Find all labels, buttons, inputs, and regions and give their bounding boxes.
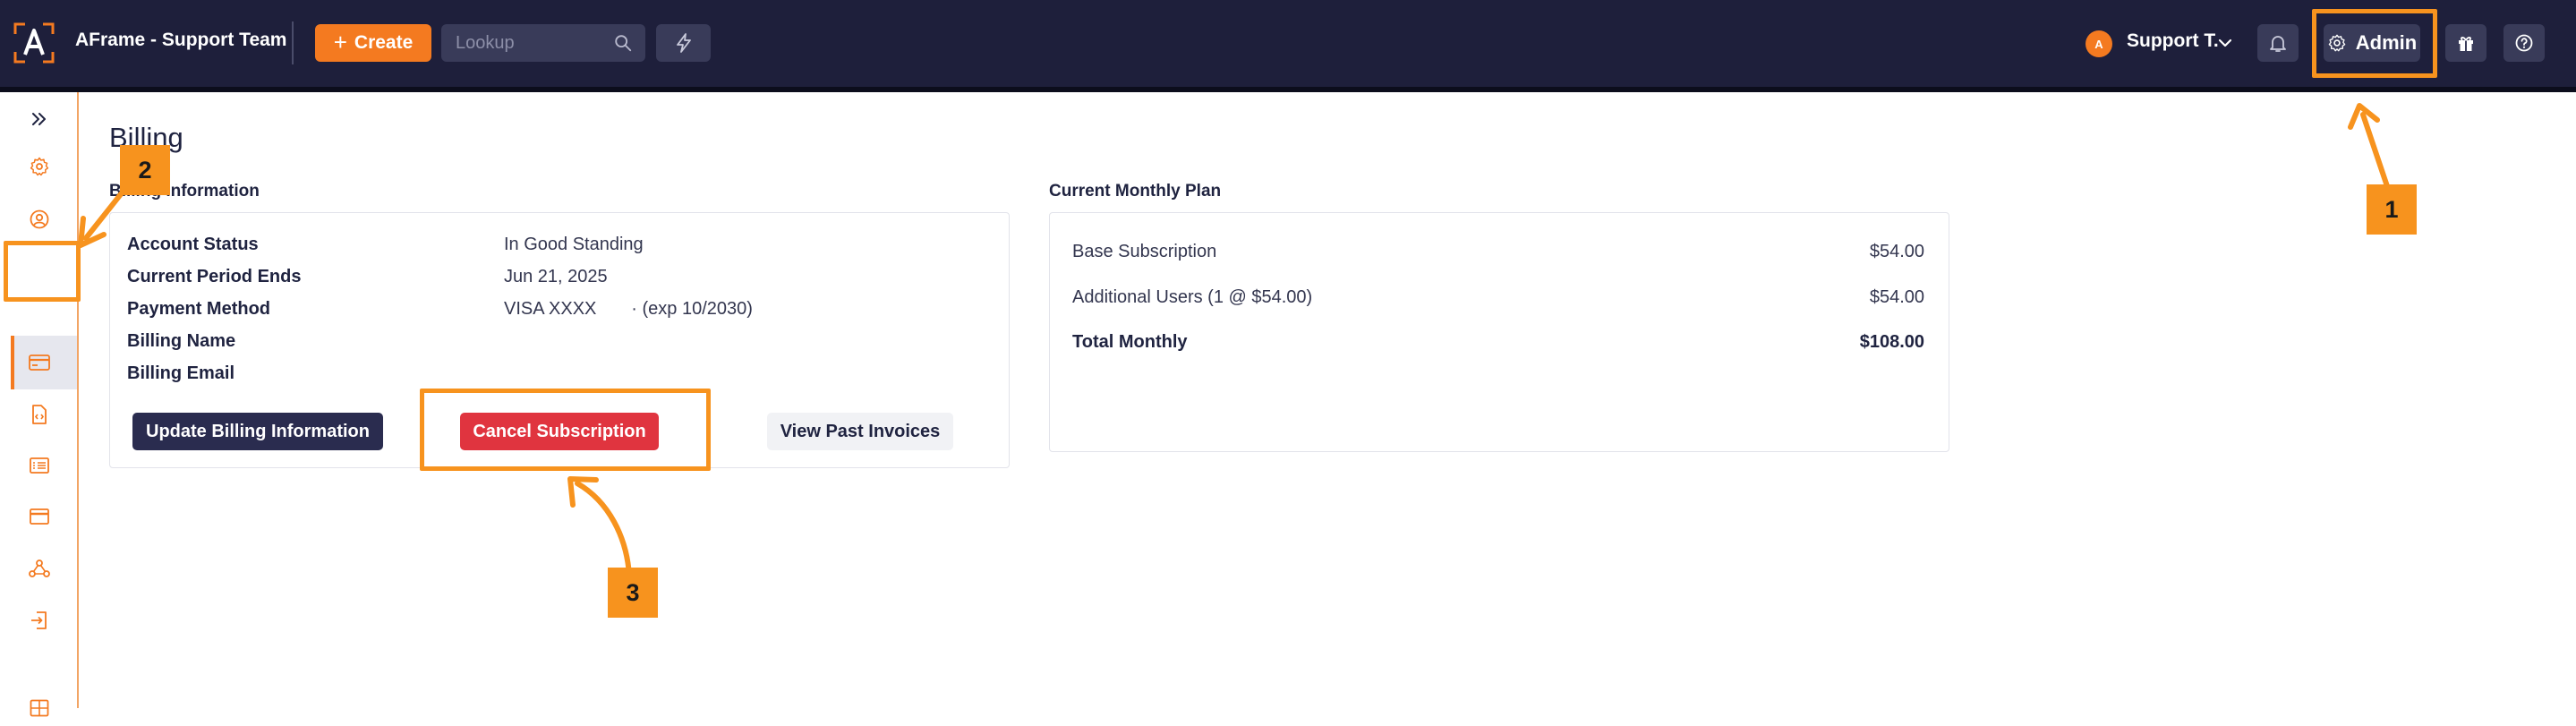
- update-billing-button[interactable]: Update Billing Information: [132, 413, 383, 450]
- plan-row-label: Base Subscription: [1072, 242, 1217, 261]
- sidebar-item-profile[interactable]: [21, 201, 57, 237]
- chevron-down-icon[interactable]: [2216, 34, 2234, 52]
- billing-email-label: Billing Email: [127, 363, 235, 383]
- current-plan-heading: Current Monthly Plan: [1049, 182, 1222, 201]
- create-button[interactable]: + Create: [315, 24, 431, 62]
- plan-row-label: Additional Users (1 @ $54.00): [1072, 287, 1313, 307]
- gift-icon: [2459, 37, 2473, 51]
- sidebar-item-webhooks[interactable]: [21, 551, 57, 586]
- code-file-icon: [32, 405, 47, 424]
- sidebar: [0, 92, 79, 717]
- admin-highlight-box: [2312, 9, 2437, 78]
- plan-total-value: $108.00: [1859, 332, 1924, 352]
- user-avatar[interactable]: A: [2086, 30, 2112, 57]
- gift-button[interactable]: [2445, 24, 2486, 62]
- sidebar-item-list[interactable]: [21, 448, 57, 483]
- list-icon: [30, 457, 49, 474]
- billing-name-label: Billing Name: [127, 331, 236, 351]
- plan-total-label: Total Monthly: [1072, 332, 1188, 352]
- account-status-value: In Good Standing: [504, 235, 644, 254]
- grid-icon: [30, 699, 49, 717]
- sidebar-item-login[interactable]: [21, 602, 57, 638]
- quick-actions-button[interactable]: [656, 24, 711, 62]
- help-button[interactable]: [2503, 24, 2545, 62]
- browser-window-icon: [30, 508, 49, 525]
- sidebar-item-settings[interactable]: [21, 149, 57, 184]
- search-icon[interactable]: [613, 33, 633, 53]
- sidebar-item-window[interactable]: [21, 499, 57, 534]
- period-ends-value: Jun 21, 2025: [504, 267, 608, 286]
- view-past-invoices-button[interactable]: View Past Invoices: [767, 413, 953, 450]
- user-menu-name[interactable]: Support T.: [2127, 30, 2219, 52]
- credit-card-icon: [29, 354, 50, 371]
- billing-highlight-box: [4, 241, 81, 302]
- account-status-label: Account Status: [127, 235, 259, 254]
- plan-row-value: $54.00: [1869, 287, 1924, 307]
- lookup-input[interactable]: [456, 24, 599, 62]
- sidebar-item-spacer: [21, 307, 57, 343]
- step-marker-1: 1: [2367, 184, 2417, 235]
- notifications-button[interactable]: [2257, 24, 2299, 62]
- user-circle-icon: [30, 209, 49, 229]
- payment-method-label: Payment Method: [127, 299, 271, 319]
- aframe-logo-icon[interactable]: [13, 21, 55, 64]
- step-marker-2: 2: [120, 145, 170, 195]
- app-title: AFrame - Support Team: [75, 30, 287, 50]
- create-button-label: Create: [354, 32, 414, 53]
- sidebar-expand[interactable]: [21, 101, 57, 137]
- lightning-bolt-icon: [676, 33, 691, 53]
- sidebar-item-grid[interactable]: [21, 690, 57, 726]
- expand-chevrons-icon: [32, 113, 46, 125]
- bell-icon: [2270, 36, 2286, 52]
- cancel-highlight-box: [420, 389, 711, 471]
- payment-method-value: VISA XXXX · (exp 10/2030): [504, 299, 753, 319]
- top-bar: AFrame - Support Team + Create A Support…: [0, 0, 2576, 87]
- plan-row-value: $54.00: [1869, 242, 1924, 261]
- plus-icon: +: [333, 29, 347, 56]
- top-bar-border: [0, 87, 2576, 92]
- sidebar-item-code[interactable]: [21, 397, 57, 432]
- header-divider: [292, 21, 294, 64]
- login-icon: [31, 611, 47, 629]
- sidebar-item-billing[interactable]: [21, 345, 57, 380]
- webhook-icon: [29, 559, 50, 577]
- gear-icon: [30, 157, 49, 176]
- lookup-box[interactable]: [441, 24, 645, 62]
- help-circle-icon: [2515, 34, 2533, 52]
- step-marker-3: 3: [608, 568, 658, 618]
- period-ends-label: Current Period Ends: [127, 267, 302, 286]
